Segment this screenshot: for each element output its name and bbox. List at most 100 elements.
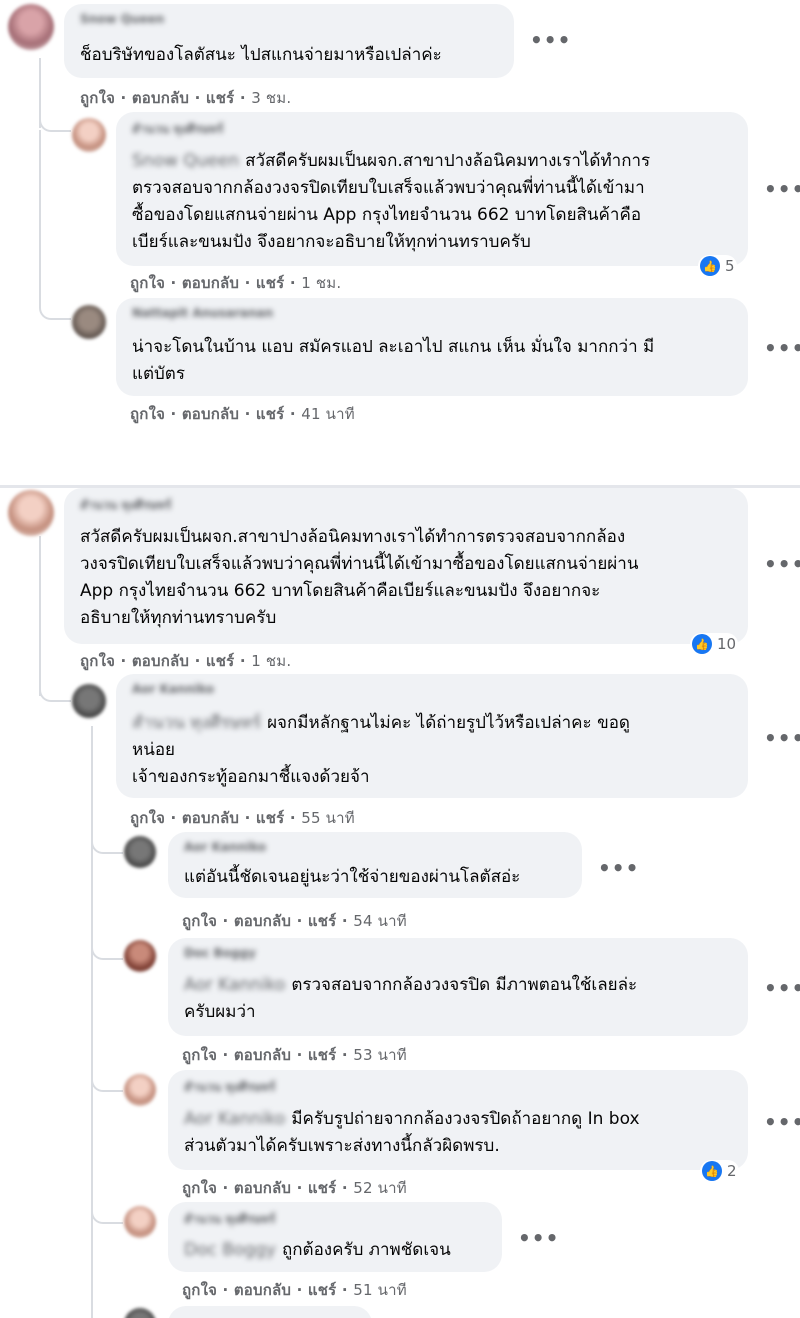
- share-button[interactable]: แชร์: [256, 809, 285, 827]
- reply-button[interactable]: ตอบกลับ: [132, 89, 189, 107]
- comment-author[interactable]: Aor Kanniko: [132, 682, 214, 696]
- comment-actions: ถูกใจ · ตอบกลับ · แชร์ · 1 ชม.: [80, 652, 292, 670]
- comment-bubble: สำนวน ทุงศีรษทร์ สวัสดีครับผมเป็นผจก.สาข…: [64, 488, 748, 644]
- avatar[interactable]: [72, 118, 106, 152]
- comment-author[interactable]: สำนวน ทุงศีรษทร์: [132, 120, 223, 136]
- share-button[interactable]: แชร์: [256, 274, 285, 292]
- comment-author[interactable]: Doc Boggy: [184, 946, 256, 960]
- more-options-icon[interactable]: •••: [764, 976, 800, 1000]
- like-button[interactable]: ถูกใจ: [130, 274, 165, 292]
- comment-text: Aor Kanniko มีครับรูปถ่ายจากกล้องวงจรปิดถ…: [184, 1109, 640, 1156]
- comment-text: แต่อันนี้ชัดเจนอยู่นะว่าใช้จ่ายของผ่านโล…: [184, 867, 521, 887]
- comment-timestamp[interactable]: 52 นาที: [353, 1179, 407, 1197]
- comment-author[interactable]: สำนวน ทุงศีรษทร์: [184, 1210, 275, 1226]
- avatar[interactable]: [8, 4, 54, 50]
- comment-actions: ถูกใจ · ตอบกลับ · แชร์ · 54 นาที: [182, 912, 407, 930]
- avatar[interactable]: [8, 490, 54, 536]
- comment-bubble: สำนวน ทุงศีรษทร์ Snow Queen สวัสดีครับผมเ…: [116, 112, 748, 266]
- mention-tag[interactable]: Aor Kanniko: [184, 1109, 285, 1129]
- reply-button[interactable]: ตอบกลับ: [234, 1179, 291, 1197]
- reply-button[interactable]: ตอบกลับ: [234, 912, 291, 930]
- comment-timestamp[interactable]: 54 นาที: [353, 912, 407, 930]
- mention-tag[interactable]: Aor Kanniko: [184, 975, 285, 995]
- reply-button[interactable]: ตอบกลับ: [132, 652, 189, 670]
- more-options-icon[interactable]: •••: [764, 552, 800, 576]
- comment-timestamp[interactable]: 41 นาที: [301, 405, 355, 423]
- more-options-icon[interactable]: •••: [530, 28, 571, 52]
- avatar[interactable]: [72, 684, 106, 718]
- avatar[interactable]: [124, 1074, 156, 1106]
- comment-timestamp[interactable]: 53 นาที: [353, 1046, 407, 1064]
- comment-timestamp[interactable]: 51 นาที: [353, 1281, 407, 1299]
- comment-actions: ถูกใจ · ตอบกลับ · แชร์ · 55 นาที: [130, 809, 355, 827]
- reply-button[interactable]: ตอบกลับ: [182, 809, 239, 827]
- comment-author[interactable]: Snow Queen: [80, 12, 164, 26]
- comment-bubble: Aor Kanniko สำนวน ทุงศีรษทร์ ผจกมีหลักฐาน…: [116, 674, 748, 798]
- thumbs-up-icon: 👍: [692, 634, 712, 654]
- thumbs-up-icon: 👍: [700, 256, 720, 276]
- comment-bubble: [168, 1306, 372, 1318]
- reply-button[interactable]: ตอบกลับ: [182, 405, 239, 423]
- reaction-count[interactable]: 👍 10: [690, 633, 739, 655]
- comment-bubble: Nattapit Anusaranan น่าจะโดนในบ้าน แอบ ส…: [116, 298, 748, 396]
- comment-text: ช็อบริษัทของโลตัสนะ ไปสแกนจ่ายมาหรือเปล่…: [80, 45, 442, 65]
- comment-thread-2: สำนวน ทุงศีรษทร์ สวัสดีครับผมเป็นผจก.สาข…: [0, 488, 800, 1318]
- reply-button[interactable]: ตอบกลับ: [182, 274, 239, 292]
- mention-tag[interactable]: Snow Queen: [132, 151, 239, 171]
- comment-text: Doc Boggy ถูกต้องครับ ภาพชัดเจน: [184, 1240, 451, 1260]
- share-button[interactable]: แชร์: [308, 1046, 337, 1064]
- share-button[interactable]: แชร์: [308, 1281, 337, 1299]
- avatar[interactable]: [72, 305, 106, 339]
- comment-bubble: Snow Queen ช็อบริษัทของโลตัสนะ ไปสแกนจ่า…: [64, 4, 514, 78]
- like-button[interactable]: ถูกใจ: [80, 89, 115, 107]
- comment-bubble: สำนวน ทุงศีรษทร์ Doc Boggy ถูกต้องครับ ภา…: [168, 1202, 502, 1272]
- more-options-icon[interactable]: •••: [764, 336, 800, 360]
- thread-line: [91, 726, 93, 1318]
- comment-bubble: Doc Boggy Aor Kanniko ตรวจสอบจากกล้องวงจร…: [168, 938, 748, 1036]
- share-button[interactable]: แชร์: [206, 89, 235, 107]
- avatar[interactable]: [124, 1206, 156, 1238]
- like-button[interactable]: ถูกใจ: [182, 1281, 217, 1299]
- avatar[interactable]: [124, 1308, 156, 1318]
- like-button[interactable]: ถูกใจ: [130, 405, 165, 423]
- avatar[interactable]: [124, 940, 156, 972]
- thread-connector: [39, 118, 71, 132]
- mention-tag[interactable]: สำนวน ทุงศีรษทร์: [132, 713, 261, 733]
- comment-bubble: Aor Kanniko แต่อันนี้ชัดเจนอยู่นะว่าใช้จ…: [168, 832, 582, 898]
- comment-actions: ถูกใจ · ตอบกลับ · แชร์ · 1 ชม.: [130, 274, 342, 292]
- like-button[interactable]: ถูกใจ: [182, 1179, 217, 1197]
- like-button[interactable]: ถูกใจ: [182, 912, 217, 930]
- share-button[interactable]: แชร์: [256, 405, 285, 423]
- share-button[interactable]: แชร์: [206, 652, 235, 670]
- like-button[interactable]: ถูกใจ: [130, 809, 165, 827]
- comment-author[interactable]: สำนวน ทุงศีรษทร์: [184, 1078, 275, 1094]
- avatar[interactable]: [124, 836, 156, 868]
- share-button[interactable]: แชร์: [308, 1179, 337, 1197]
- more-options-icon[interactable]: •••: [764, 177, 800, 201]
- mention-tag[interactable]: Doc Boggy: [184, 1240, 276, 1260]
- share-button[interactable]: แชร์: [308, 912, 337, 930]
- comment-author[interactable]: Aor Kanniko: [184, 840, 266, 854]
- comment-text: สวัสดีครับผมเป็นผจก.สาขาปางล้อนิคมทางเรา…: [80, 527, 639, 628]
- comment-author[interactable]: สำนวน ทุงศีรษทร์: [80, 496, 171, 512]
- comment-actions: ถูกใจ · ตอบกลับ · แชร์ · 41 นาที: [130, 405, 355, 423]
- more-options-icon[interactable]: •••: [598, 856, 639, 880]
- comment-timestamp[interactable]: 3 ชม.: [251, 89, 291, 107]
- comment-timestamp[interactable]: 1 ชม.: [251, 652, 291, 670]
- reply-button[interactable]: ตอบกลับ: [234, 1046, 291, 1064]
- reaction-count[interactable]: 👍 2: [700, 1160, 739, 1182]
- reaction-count[interactable]: 👍 5: [698, 255, 737, 277]
- thread-connector: [39, 300, 71, 320]
- more-options-icon[interactable]: •••: [764, 1110, 800, 1134]
- like-button[interactable]: ถูกใจ: [182, 1046, 217, 1064]
- comment-timestamp[interactable]: 55 นาที: [301, 809, 355, 827]
- like-button[interactable]: ถูกใจ: [80, 652, 115, 670]
- more-options-icon[interactable]: •••: [518, 1226, 559, 1250]
- comment-author[interactable]: Nattapit Anusaranan: [132, 306, 273, 320]
- more-options-icon[interactable]: •••: [764, 726, 800, 750]
- comment-timestamp[interactable]: 1 ชม.: [301, 274, 341, 292]
- thread-line: [39, 130, 41, 305]
- reply-button[interactable]: ตอบกลับ: [234, 1281, 291, 1299]
- comment-bubble: สำนวน ทุงศีรษทร์ Aor Kanniko มีครับรูปถ่า…: [168, 1070, 748, 1170]
- thread-connector: [91, 1078, 123, 1092]
